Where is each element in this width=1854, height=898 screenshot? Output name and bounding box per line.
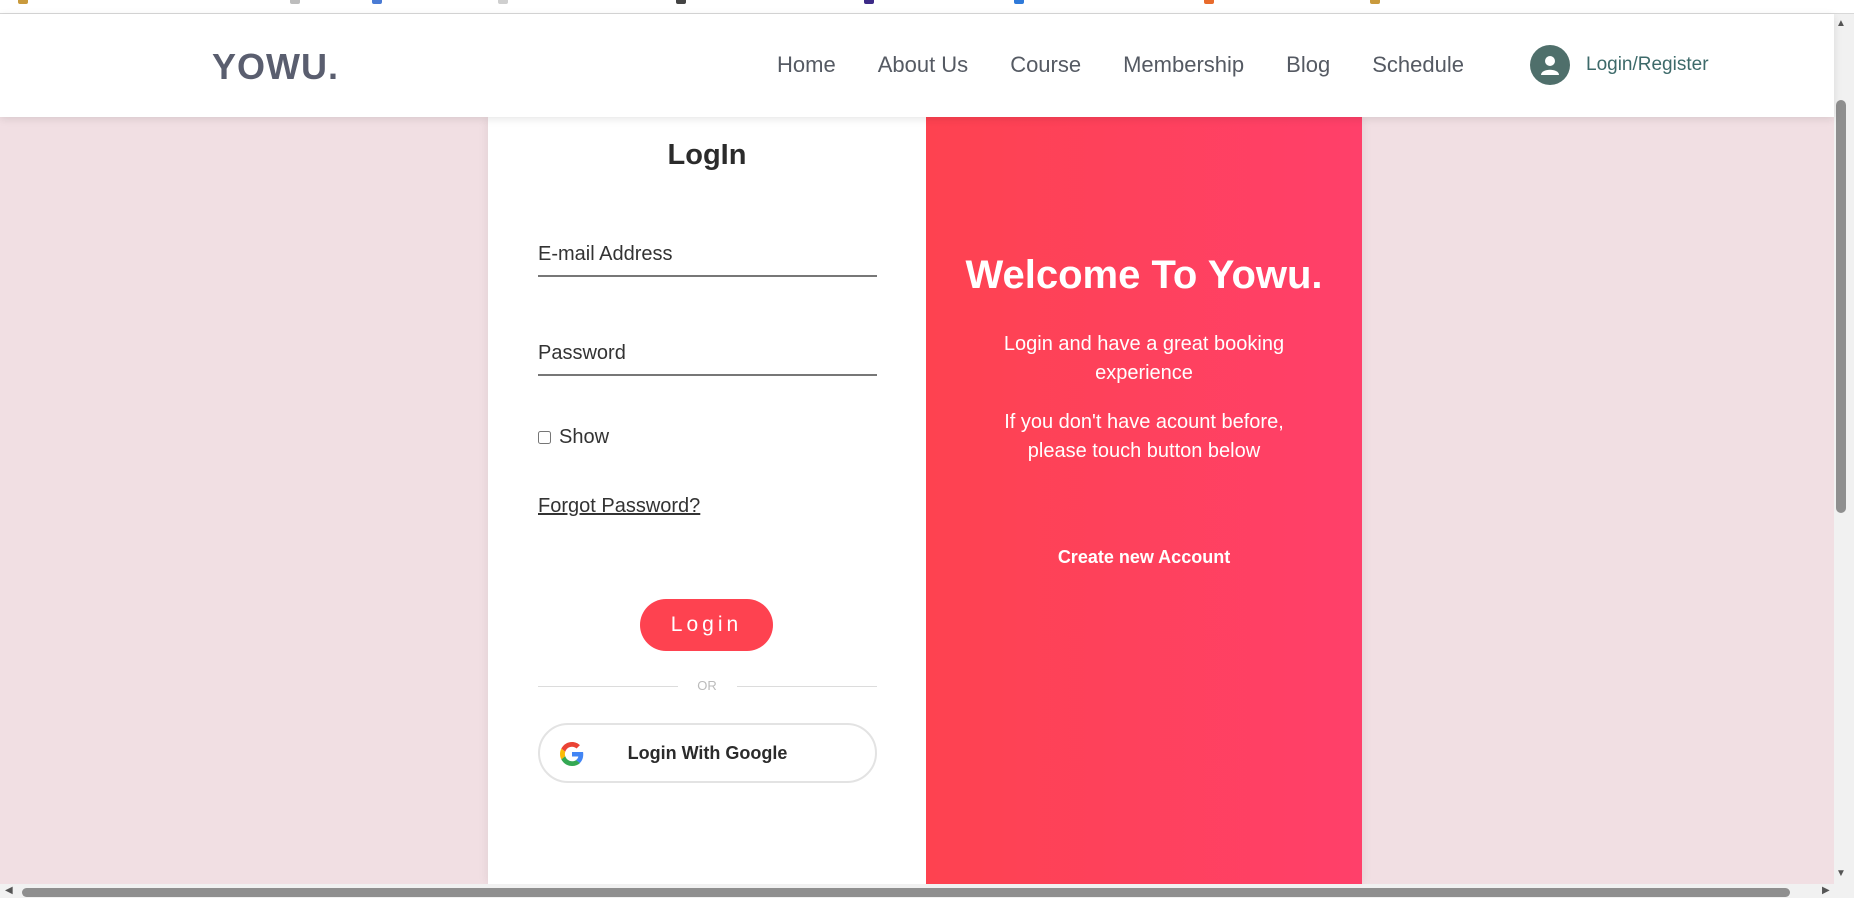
bookmark-icon[interactable] [18,0,28,4]
auth-card: LogIn Show Forgot Password? Login OR Log… [488,117,1362,884]
email-input[interactable] [538,233,877,277]
bookmark-icon[interactable] [290,0,300,4]
nav-link-schedule[interactable]: Schedule [1372,52,1464,78]
google-login-button[interactable]: Login With Google [538,723,877,783]
scroll-down-icon[interactable]: ▼ [1836,868,1846,879]
login-register-link[interactable]: Login/Register [1530,45,1709,85]
show-password-checkbox[interactable] [538,431,551,444]
nav-link-membership[interactable]: Membership [1123,52,1244,78]
scroll-left-icon[interactable]: ◀ [5,885,13,896]
login-title: LogIn [667,139,747,171]
horizontal-scroll-thumb[interactable] [22,888,1790,897]
show-password-label[interactable]: Show [559,426,609,449]
site-header: YOWU. Home About Us Course Membership Bl… [0,14,1834,117]
bookmark-icon[interactable] [864,0,874,4]
nav-link-about-us[interactable]: About Us [878,52,969,78]
scroll-up-icon[interactable]: ▲ [1836,18,1846,29]
bookmark-icon[interactable] [1370,0,1380,4]
bookmarks-bar [0,0,1854,14]
site-logo[interactable]: YOWU. [212,46,339,88]
bookmark-icon[interactable] [1204,0,1214,4]
forgot-password-link[interactable]: Forgot Password? [538,495,700,518]
welcome-panel: Welcome To Yowu. Login and have a great … [926,117,1362,884]
google-login-label: Login With Google [627,743,788,763]
welcome-text-2: If you don't have acount before, please … [1004,411,1284,462]
login-button[interactable]: Login [640,599,773,651]
nav-link-home[interactable]: Home [777,52,836,78]
welcome-text-1: Login and have a great booking experienc… [1003,333,1285,384]
bookmark-icon[interactable] [676,0,686,4]
nav-link-course[interactable]: Course [1010,52,1081,78]
create-account-button[interactable]: Create new Account [926,547,1362,568]
password-input[interactable] [538,332,877,376]
bookmark-icon[interactable] [372,0,382,4]
login-register-label: Login/Register [1586,54,1709,75]
bookmark-icon[interactable] [498,0,508,4]
vertical-scroll-thumb[interactable] [1836,100,1846,513]
login-panel: LogIn Show Forgot Password? Login OR Log… [488,117,926,884]
welcome-title: Welcome To Yowu. [965,253,1323,297]
show-password-row: Show [538,426,609,449]
or-separator: OR [697,678,717,693]
scroll-right-icon[interactable]: ▶ [1822,885,1830,896]
nav-link-blog[interactable]: Blog [1286,52,1330,78]
bookmark-icon[interactable] [1014,0,1024,4]
user-icon [1530,45,1570,85]
main-nav: Home About Us Course Membership Blog Sch… [777,52,1506,78]
